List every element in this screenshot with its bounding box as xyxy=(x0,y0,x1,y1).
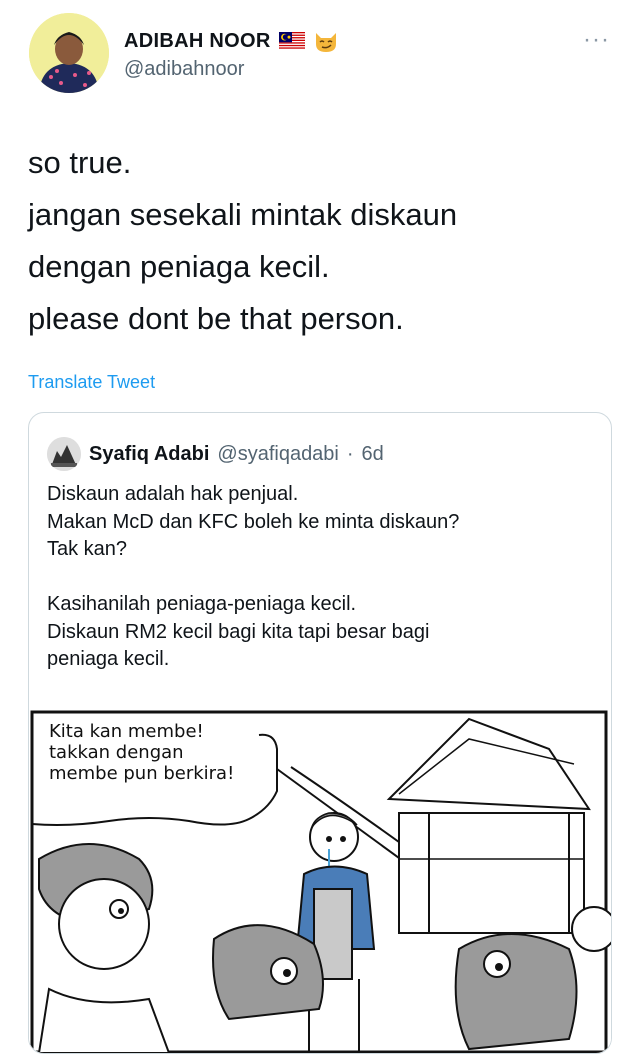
smirking-cat-icon xyxy=(313,28,339,54)
author-avatar[interactable] xyxy=(29,13,109,93)
quoted-tweet-header: Syafiq Adabi @syafiqadabi · 6d xyxy=(47,437,384,471)
quoted-author-handle[interactable]: @syafiqadabi xyxy=(217,443,338,466)
quoted-text-line: Diskaun adalah hak penjual. xyxy=(47,483,299,505)
quoted-tweet-text: Diskaun adalah hak penjual. Makan McD da… xyxy=(47,481,597,674)
quoted-text-line: peniaga kecil. xyxy=(47,648,170,670)
more-options-icon[interactable]: ··· xyxy=(583,28,610,52)
quoted-author-name[interactable]: Syafiq Adabi xyxy=(89,443,209,466)
comic-image[interactable]: Kita kan membe! takkan dengan membe pun … xyxy=(29,709,611,1053)
separator-dot: · xyxy=(346,442,354,465)
quoted-tweet[interactable]: Syafiq Adabi @syafiqadabi · 6d Diskaun a… xyxy=(28,412,612,1054)
quoted-timestamp[interactable]: 6d xyxy=(362,443,384,466)
tweet-text-line: so true. xyxy=(28,145,132,180)
speech-line: Kita kan membe! xyxy=(49,721,204,742)
quoted-text-line: Makan McD dan KFC boleh ke minta diskaun… xyxy=(47,510,460,533)
quoted-text-line: Kasihanilah peniaga-peniaga kecil. xyxy=(47,593,357,615)
tweet-text-line: jangan sesekali mintak diskaun xyxy=(28,197,458,232)
tweet-text: so true. jangan sesekali mintak diskaun … xyxy=(28,137,608,345)
tweet-text-line: please dont be that person. xyxy=(28,301,404,336)
quoted-text-line xyxy=(47,564,597,592)
author-name[interactable]: ADIBAH NOOR xyxy=(124,30,271,53)
quoted-text-line: Diskaun RM2 kecil bagi kita tapi besar b… xyxy=(47,620,430,643)
comic-speech-bubble: Kita kan membe! takkan dengan membe pun … xyxy=(49,721,234,784)
speech-line: membe pun berkira! xyxy=(49,763,235,784)
tweet-text-line: dengan peniaga kecil. xyxy=(28,249,330,284)
translate-tweet-link[interactable]: Translate Tweet xyxy=(28,372,155,393)
author-handle[interactable]: @adibahnoor xyxy=(124,58,244,81)
author-name-row: ADIBAH NOOR xyxy=(124,28,339,54)
malaysia-flag-icon xyxy=(278,32,305,50)
quoted-text-line: Tak kan? xyxy=(47,538,128,560)
quoted-author-avatar[interactable] xyxy=(47,437,81,471)
speech-line: takkan dengan xyxy=(49,742,184,763)
